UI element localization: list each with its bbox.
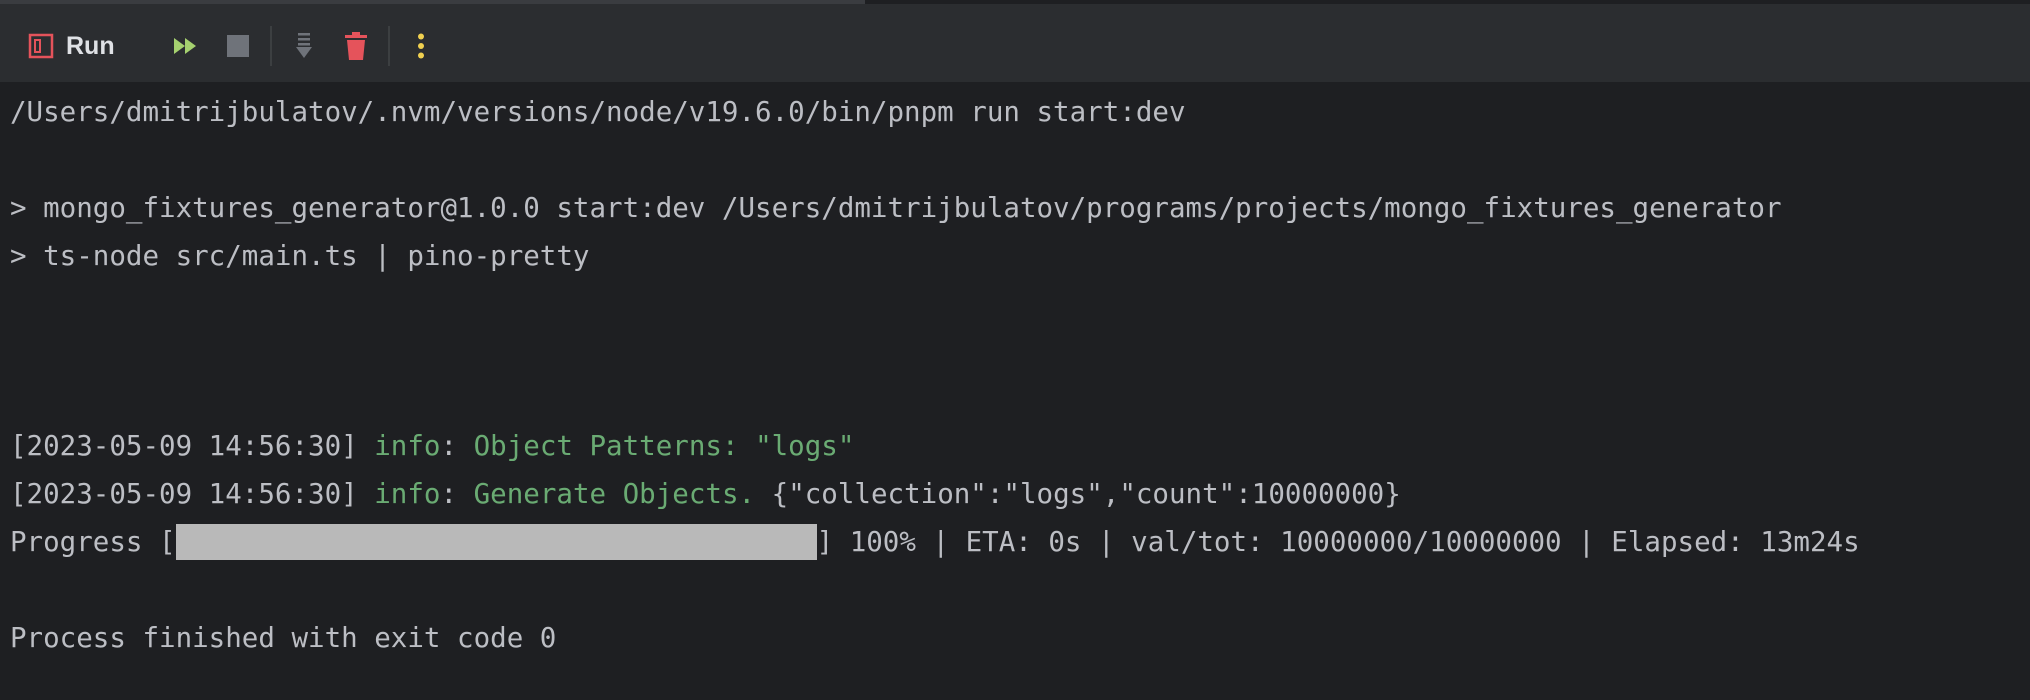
run-window-icon — [28, 33, 54, 59]
scroll-to-end-icon — [296, 33, 312, 58]
progress-suffix: ] 100% | ETA: 0s | val/tot: 10000000/100… — [816, 526, 1860, 558]
stop-icon — [227, 35, 249, 57]
log-message: Generate Objects. — [473, 478, 756, 510]
scroll-to-end-button[interactable] — [288, 30, 320, 62]
toolbar-separator — [388, 26, 390, 66]
exit-message: Process finished with exit code 0 — [10, 622, 557, 654]
more-vertical-icon — [418, 33, 424, 59]
rerun-icon — [174, 38, 196, 54]
stop-button[interactable] — [222, 30, 254, 62]
progress-line: Progress [ ] 100% | ETA: 0s | val/tot: 10… — [10, 522, 1860, 562]
script-line: > ts-node src/main.ts | pino-pretty — [10, 240, 590, 272]
log-message: Object Patterns: "logs" — [473, 430, 855, 462]
trash-icon — [345, 32, 367, 60]
run-tab[interactable]: Run — [28, 30, 115, 62]
log-line: [2023-05-09 14:56:30] info: Generate Obj… — [10, 474, 1401, 514]
log-level: info — [374, 478, 441, 510]
run-toolbar: Run — [0, 4, 2030, 82]
run-tab-label: Run — [66, 31, 115, 60]
log-payload: {"collection":"logs","count":10000000} — [755, 478, 1401, 510]
log-separator: : — [440, 478, 474, 510]
toolbar-separator — [270, 26, 272, 66]
log-separator: : — [440, 430, 474, 462]
log-timestamp: [2023-05-09 14:56:30] — [10, 430, 375, 462]
command-line: /Users/dmitrijbulatov/.nvm/versions/node… — [10, 96, 1186, 128]
more-options-button[interactable] — [405, 30, 437, 62]
log-line: [2023-05-09 14:56:30] info: Object Patte… — [10, 426, 854, 466]
rerun-button[interactable] — [170, 30, 202, 62]
log-timestamp: [2023-05-09 14:56:30] — [10, 478, 375, 510]
log-level: info — [374, 430, 441, 462]
script-line: > mongo_fixtures_generator@1.0.0 start:d… — [10, 192, 1782, 224]
progress-bar — [175, 524, 817, 560]
clear-all-button[interactable] — [340, 30, 372, 62]
progress-prefix: Progress [ — [10, 526, 176, 558]
